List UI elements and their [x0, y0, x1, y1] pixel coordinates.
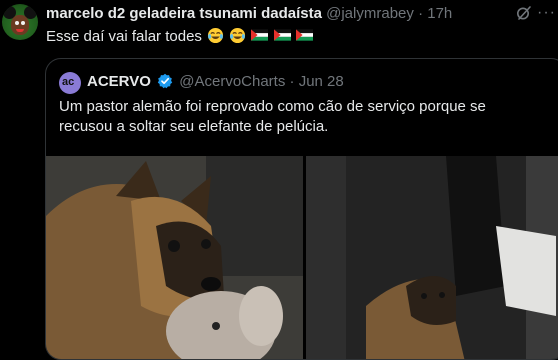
quote-author-handle[interactable]: @AcervoCharts [179, 73, 285, 90]
tweet-header: marcelo d2 geladeira tsunami dadaísta @j… [46, 5, 558, 23]
quote-date[interactable]: Jun 28 [299, 73, 344, 90]
avatar-face [11, 15, 29, 35]
author-handle[interactable]: @jalymrabey [326, 5, 414, 22]
quote-avatar-glyph: ac [62, 76, 75, 88]
separator-dot: · [418, 5, 424, 22]
face-with-tears-of-joy-icon [230, 27, 246, 44]
quote-header: ACERVO @AcervoCharts · Jun 28 [87, 73, 344, 90]
palestine-flag-icon [251, 29, 269, 41]
quote-author-name[interactable]: ACERVO [87, 73, 151, 90]
face-with-tears-of-joy-icon [208, 27, 224, 44]
tweet-time[interactable]: 17h [427, 5, 452, 22]
quoted-tweet[interactable]: ac ACERVO @AcervoCharts · Jun 28 Um past… [45, 58, 558, 360]
dog-photo-illustration [46, 156, 303, 359]
verified-badge-icon [157, 73, 173, 89]
quote-author-avatar[interactable]: ac [59, 72, 81, 94]
more-options-icon[interactable]: ··· [537, 4, 556, 22]
grok-icon[interactable] [516, 5, 532, 21]
tweet-body: Esse daí vai falar todes [46, 28, 202, 45]
palestine-flag-icon [273, 29, 291, 41]
author-avatar[interactable] [2, 4, 38, 40]
avatar-eye [15, 21, 19, 25]
separator-dot: · [289, 73, 295, 90]
quote-photo-dog-on-street[interactable] [306, 156, 558, 359]
palestine-flag-icon [295, 29, 313, 41]
street-photo-illustration [306, 156, 558, 359]
quote-text: Um pastor alemão foi reprovado como cão … [59, 98, 486, 135]
avatar-eye [21, 21, 25, 25]
tweet-text: Esse daí vai falar todes [46, 27, 313, 45]
author-name[interactable]: marcelo d2 geladeira tsunami dadaísta [46, 5, 322, 22]
quote-photo-dog-with-elephant[interactable] [46, 156, 303, 359]
